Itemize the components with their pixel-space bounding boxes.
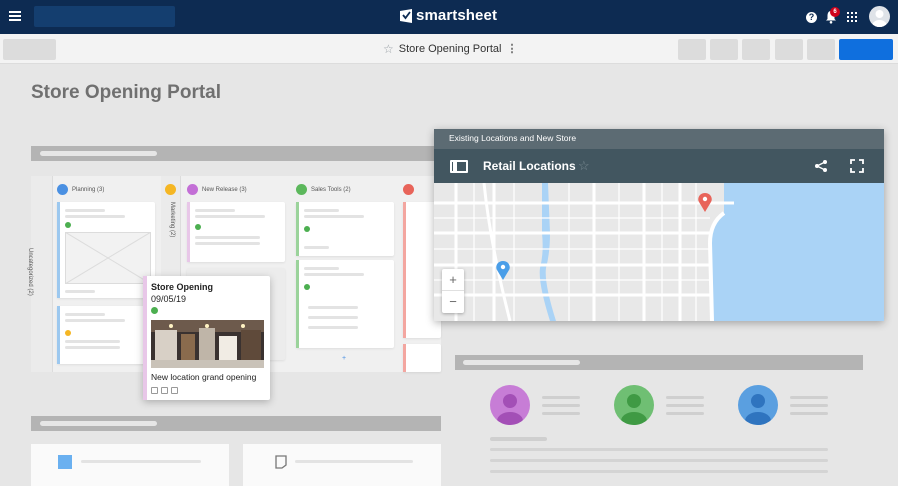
apps-icon[interactable] (847, 12, 857, 22)
map-toolbar: Retail Locations ☆ (434, 149, 884, 183)
link-tile-1[interactable] (31, 444, 229, 486)
map-title: Retail Locations (483, 159, 576, 173)
contact-avatar-1[interactable] (490, 385, 530, 425)
card-new-release-1[interactable] (187, 202, 285, 262)
lane-avatar (165, 184, 176, 195)
card-planning-1[interactable] (57, 202, 155, 298)
zoom-control: + − (442, 269, 464, 313)
card-partial-2[interactable] (403, 344, 441, 372)
sidebar-toggle-icon[interactable] (450, 160, 468, 173)
lane-avatar (296, 184, 307, 195)
link-tile-2[interactable] (243, 444, 441, 486)
more-icon[interactable]: ⋮ (507, 42, 518, 55)
toolbar-button-2[interactable] (710, 39, 738, 60)
toolbar-button-5[interactable] (807, 39, 835, 60)
share-button[interactable] (839, 39, 893, 60)
lane-uncategorized (31, 176, 53, 372)
dragged-card[interactable]: Store Opening 09/05/19 New location gran… (143, 276, 270, 400)
card-sales-tools-1[interactable] (296, 202, 394, 256)
lane-label: Sales Tools (2) (311, 186, 351, 193)
image-placeholder-icon (65, 232, 151, 284)
sheet-title-group: ☆ Store Opening Portal ⋮ (383, 42, 518, 56)
map-canvas[interactable] (434, 183, 884, 321)
toolbar-button-4[interactable] (775, 39, 803, 60)
menu-icon[interactable] (9, 11, 21, 21)
lane-avatar (57, 184, 68, 195)
contacts-panel-title-placeholder (463, 360, 580, 365)
card-planning-2[interactable] (57, 306, 155, 364)
toolbar-button-1[interactable] (678, 39, 706, 60)
smartsheet-logo-icon (400, 8, 412, 23)
lane-header-sales-tools: Sales Tools (2) (296, 181, 351, 198)
star-icon[interactable]: ☆ (383, 43, 394, 55)
lane-label: Planning (3) (72, 186, 105, 193)
notification-badge: 6 (830, 7, 840, 17)
top-nav: smartsheet ? 6 (0, 0, 898, 34)
card-date: 09/05/19 (151, 294, 187, 304)
status-dot (151, 307, 158, 314)
brand-logo: smartsheet (400, 7, 497, 24)
brand-name: smartsheet (416, 7, 498, 24)
favorite-star-icon[interactable]: ☆ (578, 158, 590, 174)
zoom-in-button[interactable]: + (442, 269, 464, 291)
card-sales-tools-2[interactable] (296, 260, 394, 348)
report-icon (275, 455, 287, 469)
back-button[interactable] (3, 39, 56, 60)
lane-header-planning: Planning (3) (57, 181, 104, 198)
card-caption: New location grand opening (151, 372, 257, 382)
card-title: Store Opening (151, 282, 214, 292)
sheet-title: Store Opening Portal (398, 42, 502, 55)
lane-avatar (187, 184, 198, 195)
contact-avatar-3[interactable] (738, 385, 778, 425)
map-widget: Existing Locations and New Store Retail … (434, 129, 884, 321)
avatar[interactable] (869, 6, 890, 27)
lane-label: New Release (3) (202, 186, 247, 193)
lane-label-marketing: Marketing (2) (169, 202, 175, 238)
lane-header-new-release: New Release (3) (187, 181, 247, 198)
map-widget-header: Existing Locations and New Store (434, 129, 884, 149)
card-footer-icons (151, 387, 178, 395)
contact-avatar-2[interactable] (614, 385, 654, 425)
person-icon (745, 394, 771, 425)
lane-label-uncategorized: Uncategorized (2) (27, 248, 33, 296)
person-icon (621, 394, 647, 425)
store-photo (151, 320, 264, 368)
card-panel-title-placeholder (40, 151, 157, 156)
toolbar-button-3[interactable] (742, 39, 770, 60)
toolbar: ☆ Store Opening Portal ⋮ (0, 34, 898, 64)
lane-avatar (403, 184, 414, 195)
share-icon[interactable] (814, 159, 828, 173)
page-title: Store Opening Portal (31, 82, 222, 103)
add-card-icon[interactable]: + (342, 355, 346, 362)
help-icon[interactable]: ? (806, 12, 817, 23)
links-panel-title-placeholder (40, 421, 157, 426)
fullscreen-icon[interactable] (850, 159, 864, 173)
sheet-icon (58, 455, 72, 469)
zoom-out-button[interactable]: − (442, 291, 464, 313)
search-input[interactable] (34, 6, 175, 27)
avatar-icon (872, 10, 887, 27)
person-icon (497, 394, 523, 425)
